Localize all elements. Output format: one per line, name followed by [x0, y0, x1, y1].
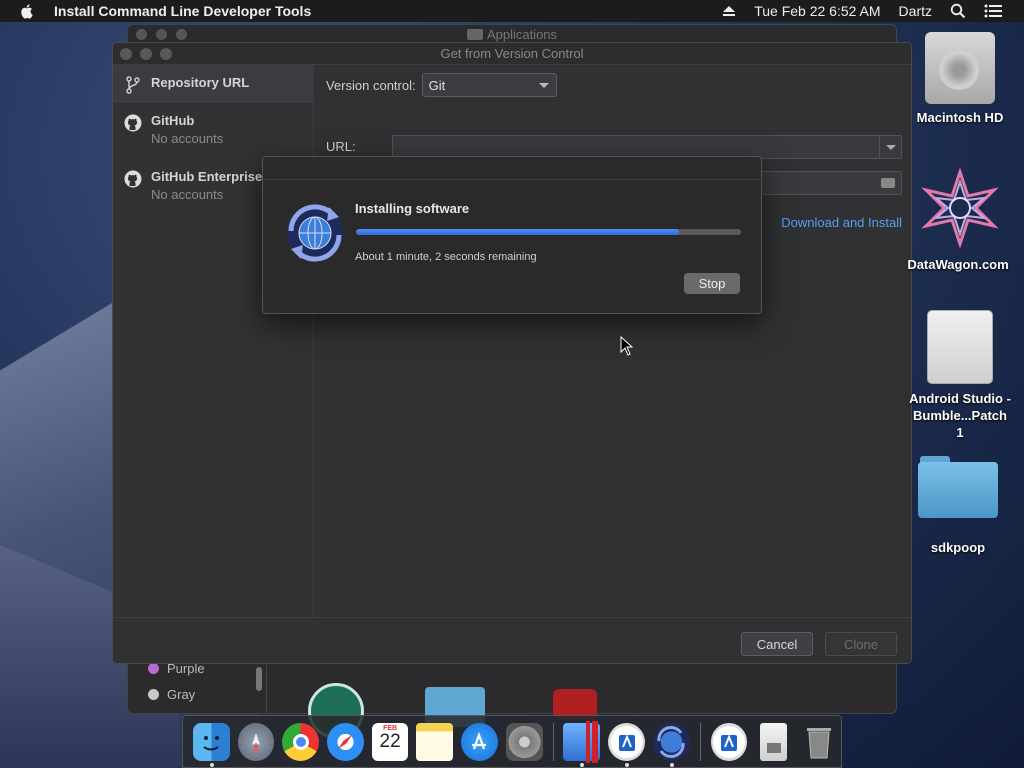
- disk-image-icon: [927, 310, 993, 384]
- dock: FEB 22: [182, 715, 842, 768]
- tag-item-gray[interactable]: Gray: [128, 681, 258, 707]
- sidebar-scrollbar[interactable]: [254, 665, 264, 715]
- gray-tag-dot-icon: [148, 688, 159, 700]
- calendar-icon[interactable]: FEB 22: [371, 722, 409, 761]
- desktop-icon-macintosh-hd[interactable]: Macintosh HD: [905, 32, 1015, 125]
- desktop-icon-label: DataWagon.com: [907, 257, 1009, 272]
- sidebar-item-sub: No accounts: [151, 131, 224, 146]
- status-area: Tue Feb 22 6:52 AM Dartz: [722, 3, 1024, 19]
- github-icon: [123, 169, 143, 189]
- window-title: Applications: [486, 27, 558, 42]
- app-store-icon[interactable]: [461, 722, 498, 761]
- repository-form: Version control: Git URL: Download and I…: [315, 65, 911, 617]
- running-indicator: [625, 762, 630, 767]
- chrome-icon[interactable]: [282, 722, 320, 761]
- minimize-button[interactable]: [156, 29, 167, 40]
- sidebar-divider: [266, 665, 267, 715]
- branch-icon: [123, 75, 143, 95]
- notes-icon[interactable]: [416, 722, 454, 761]
- dock-separator: [552, 722, 554, 761]
- hard-drive-icon: [925, 32, 995, 104]
- purple-tag-dot-icon: [148, 662, 159, 674]
- version-control-select[interactable]: Git: [421, 73, 557, 97]
- running-indicator: [580, 762, 585, 767]
- safari-icon[interactable]: [327, 722, 364, 761]
- desktop-icon-label: Android Studio - Bumble...Patch 1: [909, 391, 1011, 440]
- menu-bar: Install Command Line Developer Tools Tue…: [0, 0, 1024, 22]
- running-indicator: [669, 762, 674, 767]
- launchpad-icon[interactable]: [237, 722, 275, 761]
- window-title: Get from Version Control: [440, 46, 584, 61]
- close-button[interactable]: [136, 29, 147, 40]
- progress-fill: [356, 229, 680, 235]
- minimize-button[interactable]: [140, 48, 152, 60]
- sidebar-item-github[interactable]: GitHub No accounts: [113, 103, 313, 159]
- sidebar-item-label: GitHub Enterprise: [151, 169, 263, 184]
- mouse-pointer-icon: [620, 336, 634, 356]
- dock-separator: [699, 722, 701, 761]
- tag-label: Gray: [167, 686, 196, 702]
- chevron-down-icon: [538, 83, 549, 88]
- get-from-version-control-window: Get from Version Control Repository URL …: [112, 42, 912, 664]
- datawagon-icon: [921, 167, 999, 249]
- dialog-button-bar: Cancel Clone: [113, 617, 911, 663]
- desktop-icon-android-studio-dmg[interactable]: Android Studio - Bumble...Patch 1: [905, 310, 1015, 441]
- spotlight-search-icon[interactable]: [950, 3, 966, 19]
- sidebar-item-sub: No accounts: [151, 187, 224, 202]
- version-control-value: Git: [428, 77, 446, 93]
- eject-icon[interactable]: [722, 5, 736, 17]
- version-control-label: Version control:: [326, 77, 416, 93]
- dialog-title-separator: [263, 179, 761, 180]
- file-icon[interactable]: [760, 722, 788, 761]
- user-menu[interactable]: Dartz: [899, 3, 932, 19]
- xcode-icon[interactable]: [710, 722, 748, 761]
- window-title-bar: Get from Version Control: [113, 43, 911, 65]
- sidebar-item-label: Repository URL: [151, 75, 250, 90]
- app-name-menu[interactable]: Install Command Line Developer Tools: [54, 3, 311, 19]
- folder-icon: [918, 456, 998, 518]
- desktop-icon-sdkpoop[interactable]: sdkpoop: [903, 456, 1013, 555]
- dialog-title: Installing software: [355, 201, 470, 216]
- browse-folder-icon[interactable]: [881, 178, 895, 188]
- url-label: URL:: [326, 139, 356, 154]
- android-studio-icon[interactable]: [563, 720, 601, 767]
- time-remaining-text: About 1 minute, 2 seconds remaining: [355, 251, 537, 263]
- apple-menu-icon[interactable]: [18, 2, 36, 20]
- sidebar-item-label: GitHub: [151, 113, 195, 128]
- chevron-down-icon: [885, 144, 896, 150]
- stop-button[interactable]: Stop: [684, 273, 740, 294]
- zoom-button[interactable]: [176, 29, 187, 40]
- close-button[interactable]: [120, 48, 132, 60]
- ios-app-icon[interactable]: [608, 722, 645, 767]
- clock[interactable]: Tue Feb 22 6:52 AM: [754, 3, 880, 19]
- installing-software-dialog: Installing software About 1 minute, 2 se…: [262, 156, 762, 314]
- github-icon: [123, 113, 143, 133]
- running-indicator: [210, 762, 214, 767]
- trash-icon[interactable]: [800, 723, 837, 761]
- notification-center-icon[interactable]: [984, 4, 1002, 18]
- clone-button[interactable]: Clone: [825, 632, 897, 656]
- source-sidebar: Repository URL GitHub No accounts GitHub…: [113, 65, 314, 617]
- finder-icon[interactable]: [193, 722, 230, 767]
- url-row: URL:: [326, 139, 356, 154]
- zoom-button[interactable]: [160, 48, 172, 60]
- folder-icon: [466, 29, 483, 40]
- desktop-icon-label: sdkpoop: [930, 540, 986, 555]
- download-and-install-link[interactable]: Download and Install: [781, 215, 902, 230]
- install-progress-bar: [356, 229, 741, 235]
- software-update-icon[interactable]: [652, 722, 690, 767]
- desktop-icon-label: Macintosh HD: [916, 110, 1004, 125]
- scroll-thumb[interactable]: [256, 667, 262, 691]
- cancel-button[interactable]: Cancel: [741, 632, 813, 656]
- calendar-day: 22: [379, 730, 401, 752]
- version-control-row: Version control: Git: [326, 73, 557, 97]
- software-update-icon: [287, 204, 343, 262]
- system-preferences-icon[interactable]: [505, 722, 543, 761]
- desktop-icon-datawagon[interactable]: DataWagon.com: [905, 167, 1015, 272]
- sidebar-item-repository-url[interactable]: Repository URL: [113, 65, 313, 103]
- url-history-dropdown[interactable]: [879, 136, 901, 158]
